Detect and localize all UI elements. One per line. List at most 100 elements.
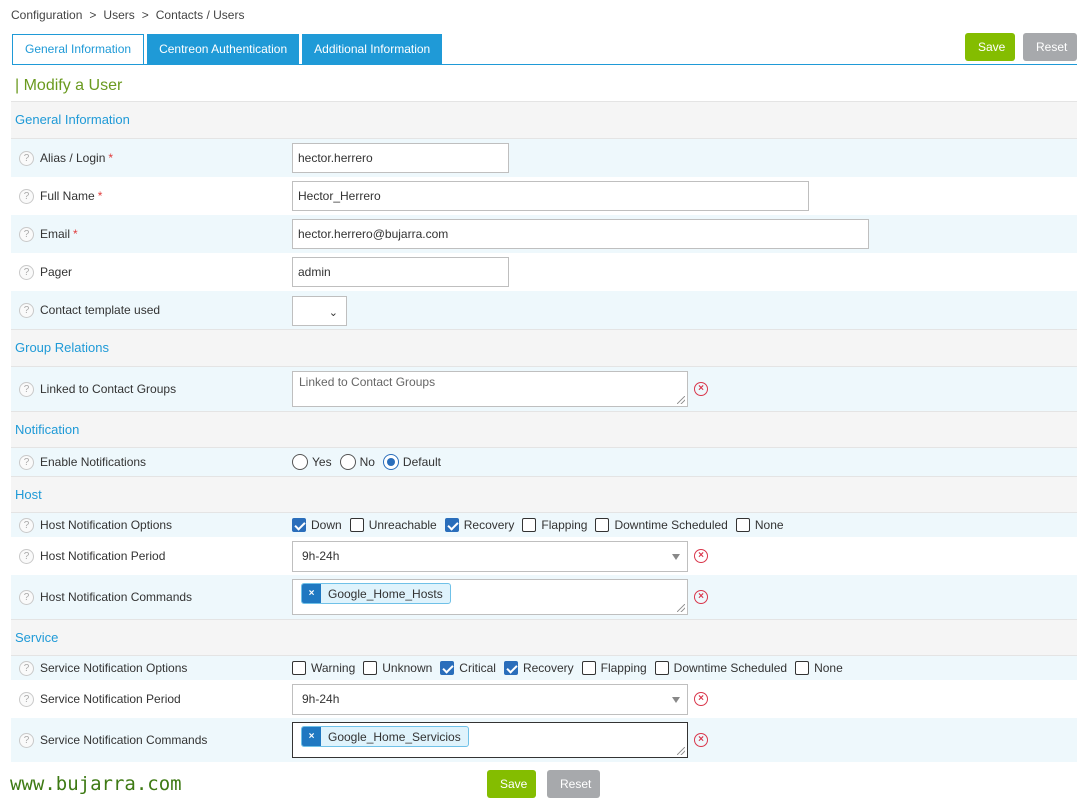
checkbox-label: Warning [311,661,356,675]
radio-yes-circle[interactable] [292,454,308,470]
help-icon[interactable]: ? [19,548,34,564]
help-icon[interactable]: ? [19,188,34,204]
radio-yes[interactable]: Yes [292,454,332,470]
host-period-value: 9h-24h [302,548,340,563]
checkbox[interactable] [654,661,669,675]
service_options-option[interactable]: Warning [292,661,355,675]
help-icon[interactable]: ? [19,150,34,166]
checkbox[interactable] [795,661,810,675]
host_options-option[interactable]: Downtime Scheduled [595,518,728,532]
checkbox[interactable] [292,661,306,675]
row-enable-notifications: ? Enable Notifications Yes No Default [11,448,1077,476]
contact-template-select[interactable]: ⌄ [292,296,347,326]
checkbox[interactable] [522,518,537,532]
reset-button-bottom[interactable]: Reset [547,770,600,798]
host-period-select[interactable]: 9h-24h [292,540,688,572]
help-icon[interactable]: ? [19,691,34,707]
breadcrumb-users[interactable]: Users [103,8,134,22]
service-options-checkboxes: Warning Unknown Critical Recovery Flapping Do… [292,661,851,675]
service-period-value: 9h-24h [302,691,340,706]
help-icon[interactable]: ? [19,660,34,676]
host_options-option[interactable]: Recovery [444,518,514,532]
row-service-period: ? Service Notification Period 9h-24h × [11,680,1077,718]
chevron-down-icon: ⌄ [328,307,338,319]
checkbox[interactable] [349,518,364,532]
contact-groups-label: Linked to Contact Groups [40,382,177,396]
help-icon[interactable]: ? [19,381,34,397]
remove-icon[interactable]: × [694,733,708,747]
row-service-options: ? Service Notification Options Warning Unk… [11,656,1077,680]
row-alias: ? Alias / Login * hector.herrero [11,139,1077,177]
pager-input[interactable]: admin [292,257,509,287]
help-icon[interactable]: ? [19,454,34,470]
reset-button[interactable]: Reset [1023,33,1077,61]
checkbox[interactable] [363,661,378,675]
host_options-option[interactable]: Down [292,518,342,532]
help-icon[interactable]: ? [19,732,34,748]
tab-general-information[interactable]: General Information [12,34,145,65]
service_options-option[interactable]: Flapping [581,661,647,675]
email-input[interactable]: hector.herrero@bujarra.com [292,219,869,249]
help-icon[interactable]: ? [19,226,34,242]
help-icon[interactable]: ? [19,302,34,318]
checkbox[interactable] [581,661,596,675]
row-fullname: ? Full Name * Hector_Herrero [11,177,1077,215]
radio-default-circle[interactable] [382,454,399,470]
breadcrumb-separator: > [89,8,97,22]
host_options-option[interactable]: Flapping [522,518,587,532]
row-service-commands: ? Service Notification Commands × Google_H… [11,718,1077,762]
radio-default-label: Default [402,455,441,469]
service-period-select[interactable]: 9h-24h [292,683,688,715]
host_options-option[interactable]: Unreachable [349,518,437,532]
remove-icon[interactable]: × [694,590,708,604]
row-template: ? Contact template used ⌄ [11,291,1077,329]
resize-grip-icon[interactable] [677,747,685,755]
breadcrumb-contacts-users[interactable]: Contacts / Users [156,8,245,22]
row-host-options: ? Host Notification Options Down Unreachab… [11,513,1077,537]
host_options-option[interactable]: None [735,518,784,532]
remove-icon[interactable]: × [694,549,708,563]
tab-underline [12,64,1077,65]
fullname-input[interactable]: Hector_Herrero [292,181,809,211]
tag-remove-icon[interactable]: × [302,584,321,603]
service-commands-input[interactable]: × Google_Home_Servicios [292,722,688,758]
service_options-option[interactable]: Recovery [503,661,574,675]
alias-label: Alias / Login [40,151,106,165]
remove-icon[interactable]: × [694,692,708,706]
save-button-bottom[interactable]: Save [487,770,536,798]
service_options-option[interactable]: None [795,661,843,675]
service_options-option[interactable]: Critical [440,661,496,675]
checkbox[interactable] [503,661,518,675]
checkbox[interactable] [444,518,459,532]
resize-grip-icon[interactable] [677,396,685,404]
watermark: www.bujarra.com [10,773,182,795]
row-host-commands: ? Host Notification Commands × Google_Home… [11,575,1077,619]
remove-icon[interactable]: × [694,382,708,396]
host-commands-input[interactable]: × Google_Home_Hosts [292,579,688,615]
checkbox[interactable] [292,518,306,532]
service_options-option[interactable]: Downtime Scheduled [654,661,787,675]
alias-input[interactable]: hector.herrero [292,143,509,173]
tab-centreon-authentication[interactable]: Centreon Authentication [147,34,300,64]
contact-groups-input[interactable]: Linked to Contact Groups [292,371,688,407]
help-icon[interactable]: ? [19,589,34,605]
tab-additional-information[interactable]: Additional Information [302,34,443,64]
checkbox[interactable] [595,518,610,532]
checkbox-label: Unknown [382,661,433,675]
radio-no[interactable]: No [339,454,375,470]
breadcrumb-configuration[interactable]: Configuration [11,8,82,22]
save-button[interactable]: Save [965,33,1015,61]
section-general-information: General Information [11,101,1077,139]
service_options-option[interactable]: Unknown [363,661,432,675]
checkbox[interactable] [440,661,455,675]
bottom-actions: Save Reset [487,770,600,798]
radio-default[interactable]: Default [382,454,441,470]
checkbox[interactable] [735,518,750,532]
resize-grip-icon[interactable] [677,604,685,612]
tag-remove-icon[interactable]: × [302,727,321,746]
help-icon[interactable]: ? [19,264,34,280]
help-icon[interactable]: ? [19,517,34,533]
checkbox-label: None [754,518,784,532]
section-host: Host [11,476,1077,513]
radio-no-circle[interactable] [339,454,356,470]
